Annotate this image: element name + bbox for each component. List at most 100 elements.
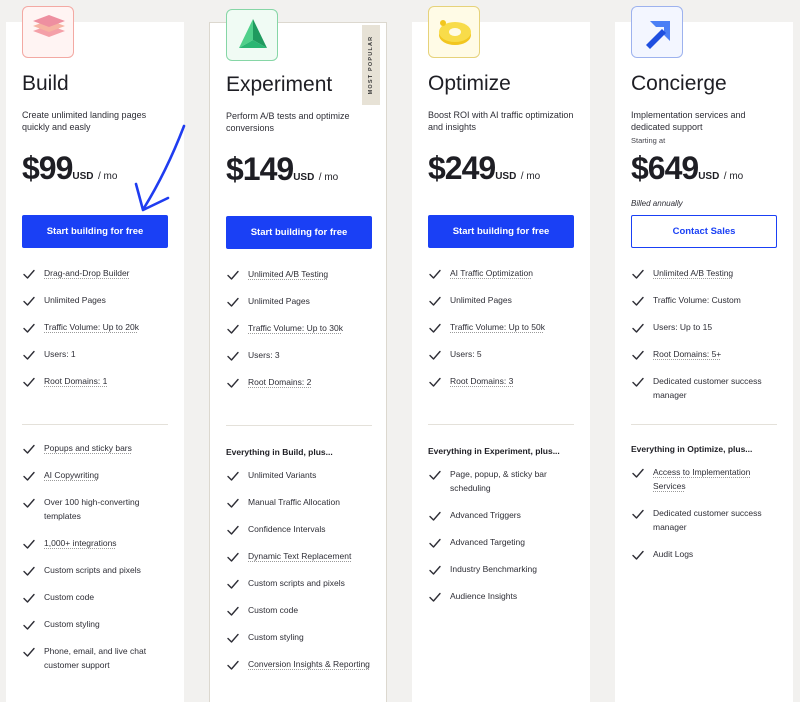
- checkmark-icon: [22, 470, 36, 482]
- feature-label[interactable]: Traffic Volume: Up to 30k: [248, 322, 343, 336]
- plan-price: $149USD / mo: [226, 151, 338, 188]
- plan-price: $649USD / mo: [631, 150, 743, 187]
- divider: [22, 424, 168, 425]
- checkmark-icon: [22, 592, 36, 604]
- price-currency: USD: [72, 171, 94, 182]
- feature-label[interactable]: Root Domains: 1: [44, 375, 107, 389]
- feature-label: Advanced Triggers: [450, 510, 521, 520]
- feature-item: Root Domains: 5+: [631, 348, 783, 362]
- feature-label: Unlimited Pages: [248, 296, 310, 306]
- checkmark-icon: [631, 322, 645, 334]
- checkmark-icon: [428, 268, 442, 280]
- feature-item: Drag-and-Drop Builder: [22, 267, 174, 281]
- start-building-button[interactable]: Start building for free: [22, 215, 168, 248]
- feature-label: Industry Benchmarking: [450, 564, 537, 574]
- checkmark-icon: [428, 469, 442, 481]
- feature-item: AI Copywriting: [22, 469, 174, 483]
- feature-item: Audience Insights: [428, 590, 580, 604]
- badge-label: MOST POPULAR: [368, 35, 374, 95]
- feature-item: Dedicated customer success manager: [631, 507, 783, 534]
- feature-label[interactable]: Conversion Insights & Reporting: [248, 658, 370, 672]
- feature-label: Custom styling: [248, 632, 304, 642]
- feature-label: Over 100 high-converting templates: [44, 497, 140, 521]
- feature-label[interactable]: Root Domains: 2: [248, 376, 311, 390]
- checkmark-icon: [631, 549, 645, 561]
- checkmark-icon: [22, 376, 36, 388]
- plan-name: Experiment: [226, 73, 333, 96]
- feature-label: Dedicated customer success manager: [653, 376, 762, 400]
- checkmark-icon: [22, 497, 36, 509]
- feature-item: Over 100 high-converting templates: [22, 496, 174, 523]
- checkmark-icon: [22, 619, 36, 631]
- start-building-button[interactable]: Start building for free: [428, 215, 574, 248]
- price-currency: USD: [698, 171, 720, 182]
- feature-label: Unlimited Pages: [450, 295, 512, 305]
- contact-sales-button[interactable]: Contact Sales: [631, 215, 777, 248]
- checkmark-icon: [631, 268, 645, 280]
- feature-item: Custom code: [22, 591, 174, 605]
- plan-card-experiment: MOST POPULAR Experiment Perform A/B test…: [209, 9, 387, 702]
- feature-item: Page, popup, & sticky bar scheduling: [428, 468, 580, 495]
- plan-card-concierge: Concierge Implementation services and de…: [615, 6, 793, 702]
- checkmark-icon: [226, 350, 240, 362]
- feature-label: Confidence Intervals: [248, 524, 326, 534]
- feature-item: Unlimited Pages: [22, 294, 174, 308]
- feature-item: 1,000+ integrations: [22, 537, 174, 551]
- price-currency: USD: [293, 172, 315, 183]
- feature-label[interactable]: Dynamic Text Replacement: [248, 550, 351, 564]
- price-period: / mo: [97, 171, 118, 182]
- starting-at-label: Starting at: [631, 136, 666, 145]
- feature-label: Manual Traffic Allocation: [248, 497, 340, 507]
- checkmark-icon: [428, 376, 442, 388]
- feature-label[interactable]: 1,000+ integrations: [44, 537, 117, 551]
- feature-label[interactable]: AI Copywriting: [44, 469, 99, 483]
- checkmark-icon: [22, 322, 36, 334]
- feature-item: Unlimited Variants: [226, 469, 378, 483]
- feature-item: Advanced Triggers: [428, 509, 580, 523]
- checkmark-icon: [226, 296, 240, 308]
- feature-label[interactable]: Access to Implementation Services: [653, 466, 783, 493]
- plan-name: Concierge: [631, 72, 727, 95]
- feature-label[interactable]: Drag-and-Drop Builder: [44, 267, 130, 281]
- section-heading: Everything in Optimize, plus...: [631, 444, 753, 454]
- feature-label: Users: 3: [248, 350, 280, 360]
- checkmark-icon: [226, 470, 240, 482]
- divider: [226, 425, 372, 426]
- price-period: / mo: [318, 172, 339, 183]
- feature-item: Custom code: [226, 604, 378, 618]
- checkmark-icon: [428, 322, 442, 334]
- feature-label[interactable]: Popups and sticky bars: [44, 442, 132, 456]
- feature-label[interactable]: Root Domains: 5+: [653, 348, 721, 362]
- feature-label[interactable]: AI Traffic Optimization: [450, 267, 533, 281]
- checkmark-icon: [226, 497, 240, 509]
- feature-label[interactable]: Traffic Volume: Up to 50k: [450, 321, 545, 335]
- price-currency: USD: [495, 171, 517, 182]
- feature-label: Custom styling: [44, 619, 100, 629]
- feature-label: Users: 1: [44, 349, 76, 359]
- price-amount: $149: [226, 151, 294, 187]
- checkmark-icon: [226, 524, 240, 536]
- checkmark-icon: [428, 510, 442, 522]
- feature-item: Root Domains: 3: [428, 375, 580, 389]
- feature-label[interactable]: Unlimited A/B Testing: [248, 268, 328, 282]
- feature-item: Industry Benchmarking: [428, 563, 580, 577]
- most-popular-badge: MOST POPULAR: [362, 25, 380, 105]
- price-amount: $649: [631, 150, 699, 186]
- arrow-up-right-icon: [631, 6, 683, 58]
- feature-item: Users: 3: [226, 349, 378, 363]
- feature-label: Custom scripts and pixels: [44, 565, 141, 575]
- checkmark-icon: [428, 349, 442, 361]
- feature-label: Dedicated customer success manager: [653, 508, 762, 532]
- feature-label[interactable]: Unlimited A/B Testing: [653, 267, 733, 281]
- section-heading: Everything in Build, plus...: [226, 447, 333, 457]
- feature-item: Unlimited A/B Testing: [631, 267, 783, 281]
- checkmark-icon: [226, 632, 240, 644]
- feature-label[interactable]: Traffic Volume: Up to 20k: [44, 321, 139, 335]
- feature-label: Phone, email, and live chat customer sup…: [44, 646, 147, 670]
- plan-description: Perform A/B tests and optimize conversio…: [226, 111, 350, 133]
- start-building-button[interactable]: Start building for free: [226, 216, 372, 249]
- feature-label[interactable]: Root Domains: 3: [450, 375, 513, 389]
- feature-item: Custom scripts and pixels: [22, 564, 174, 578]
- feature-item: Phone, email, and live chat customer sup…: [22, 645, 174, 672]
- feature-label: Custom code: [248, 605, 299, 615]
